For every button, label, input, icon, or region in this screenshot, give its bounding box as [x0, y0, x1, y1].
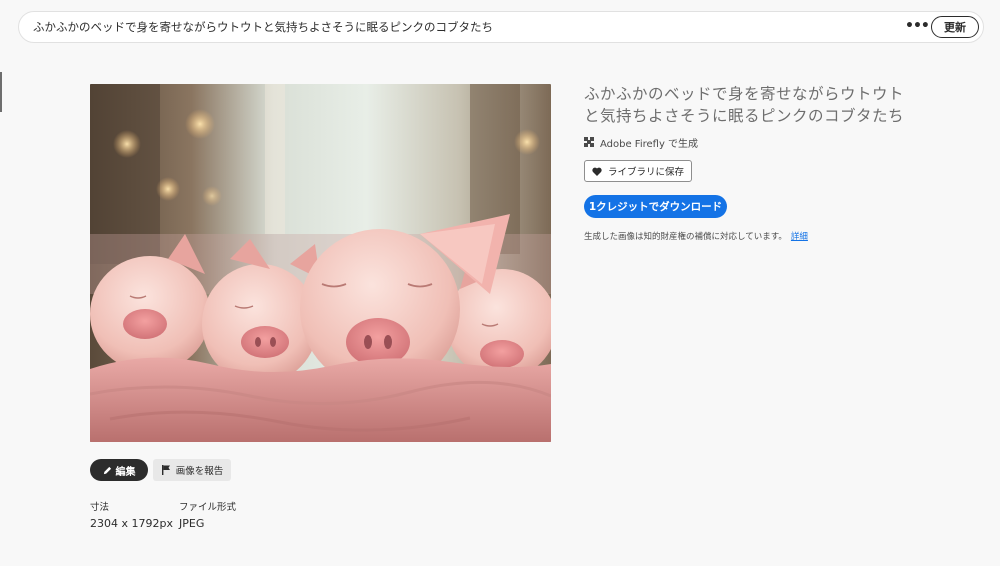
save-to-library-button[interactable]: ライブラリに保存: [584, 160, 692, 182]
generator-info: Adobe Firefly で生成: [584, 135, 699, 150]
prompt-text[interactable]: ふかふかのベッドで身を寄せながらウトウトと気持ちよさそうに眠るピンクのコブタたち: [33, 19, 493, 35]
heart-icon: [592, 167, 602, 176]
window-edge: [0, 72, 2, 112]
pigs-illustration: [90, 84, 551, 442]
generated-image[interactable]: [90, 84, 551, 442]
edit-button[interactable]: 編集: [90, 459, 148, 481]
save-label: ライブラリに保存: [608, 167, 685, 178]
size-value: 2304 x 1792px: [90, 517, 173, 530]
flag-icon: [161, 465, 170, 475]
format-label: ファイル形式: [179, 502, 237, 513]
report-image-button[interactable]: 画像を報告: [153, 459, 231, 481]
firefly-icon: [584, 137, 594, 147]
generator-label: Adobe Firefly で生成: [600, 138, 699, 150]
edit-label: 編集: [115, 466, 136, 478]
download-button[interactable]: 1クレジットでダウンロード: [584, 195, 727, 218]
ip-indemnity-note: 生成した画像は知的財産権の補償に対応しています。 詳細: [584, 230, 808, 242]
refresh-button[interactable]: 更新: [931, 16, 979, 38]
pencil-icon: [103, 466, 111, 474]
format-value: JPEG: [179, 517, 205, 530]
size-label: 寸法: [90, 502, 110, 513]
report-label: 画像を報告: [175, 466, 224, 477]
image-title: ふかふかのベッドで身を寄せながらウトウトと気持ちよさそうに眠るピンクのコブタたち: [584, 85, 905, 125]
prompt-bar[interactable]: ふかふかのベッドで身を寄せながらウトウトと気持ちよさそうに眠るピンクのコブタたち…: [18, 11, 984, 43]
ip-details-link[interactable]: 詳細: [791, 232, 808, 242]
ip-note-text: 生成した画像は知的財産権の補償に対応しています。: [584, 232, 787, 242]
more-options-button[interactable]: •••: [905, 19, 930, 36]
